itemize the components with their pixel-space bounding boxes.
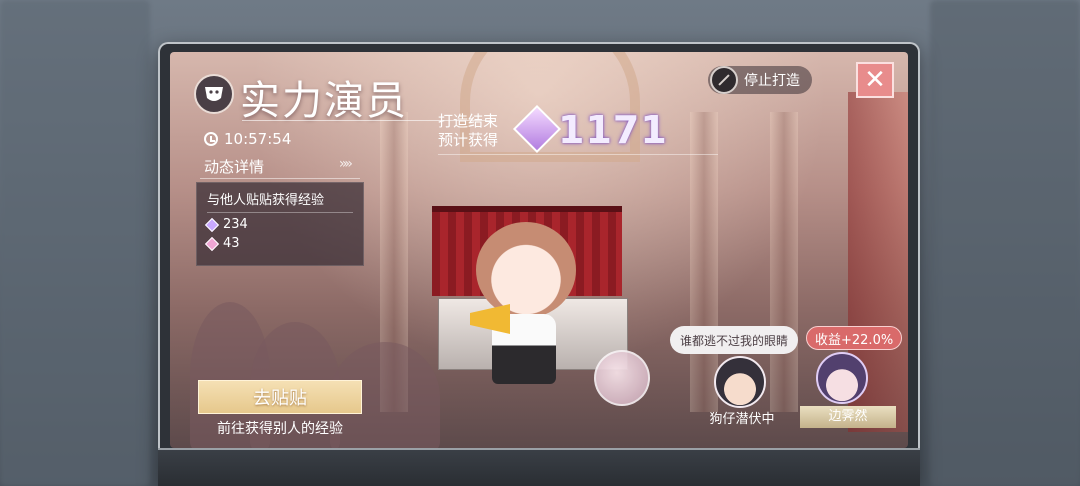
diamond-gem-icon — [204, 217, 220, 232]
details-panel: 与他人贴贴获得经验 234 43 — [196, 182, 364, 266]
forecast-label-line1: 打造结束 — [438, 112, 499, 130]
details-divider — [200, 178, 360, 179]
chibi-character — [476, 222, 576, 318]
column — [690, 112, 718, 412]
chevron-right-icon: »» — [338, 156, 353, 172]
avatar[interactable] — [816, 352, 868, 404]
panel-title: 与他人贴贴获得经验 — [207, 189, 353, 213]
stop-crafting-button[interactable]: 停止打造 — [708, 66, 812, 94]
background-blur-left — [0, 0, 150, 486]
timer-value: 10:57:54 — [224, 130, 292, 148]
go-stick-description: 前往获得别人的经验 — [217, 421, 343, 437]
laptop-base — [158, 448, 920, 486]
forecast-label: 打造结束 预计获得 — [438, 112, 498, 150]
go-stick-button[interactable]: 去贴贴 — [198, 380, 362, 414]
list-item: 234 — [204, 217, 353, 232]
list-item: 43 — [204, 236, 353, 251]
theater-mask-icon — [194, 74, 234, 114]
list-item-value: 43 — [223, 236, 240, 251]
character-name-left: 狗仔潜伏中 — [709, 412, 775, 427]
details-toggle[interactable]: 动态详情 »» — [204, 156, 353, 178]
game-screen: 实力演员 停止打造 ✕ 打造结束 预计获得 1171 10:57:54 动态详情… — [170, 52, 908, 448]
details-label: 动态详情 — [204, 158, 265, 176]
page-title: 实力演员 — [240, 78, 408, 124]
stop-icon — [710, 66, 738, 94]
bonus-badge: 收益+22.0% — [806, 326, 903, 350]
background-blur-right — [930, 0, 1080, 486]
timer: 10:57:54 — [204, 130, 291, 148]
go-stick-label: 去贴贴 — [253, 388, 307, 409]
stop-crafting-label: 停止打造 — [744, 73, 800, 89]
header-divider — [438, 154, 718, 155]
list-item-value: 234 — [223, 217, 248, 232]
forecast-label-line2: 预计获得 — [438, 131, 499, 149]
forecast-value: 1171 — [558, 108, 668, 152]
character-bubble[interactable] — [594, 350, 650, 406]
pink-gem-icon — [204, 236, 220, 251]
clock-icon — [204, 132, 218, 146]
close-icon: ✕ — [864, 65, 886, 95]
avatar[interactable] — [714, 356, 766, 408]
speech-bubble: 谁都逃不过我的眼睛 — [670, 326, 799, 354]
column — [770, 112, 798, 412]
close-button[interactable]: ✕ — [856, 62, 894, 98]
character-name-right: 边霁然 — [800, 406, 896, 428]
